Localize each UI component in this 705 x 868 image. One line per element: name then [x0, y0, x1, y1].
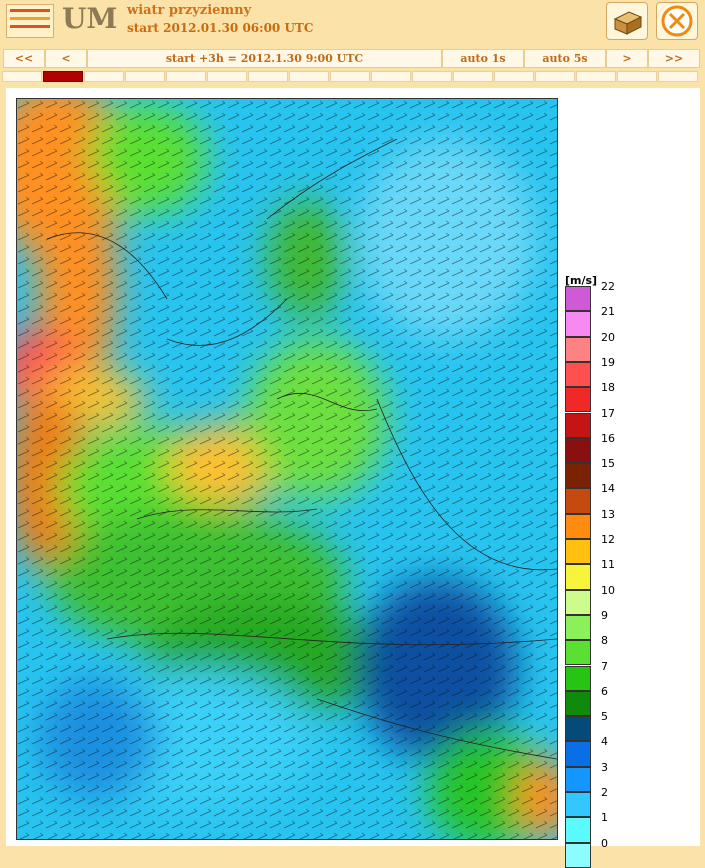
- legend-swatch: [565, 311, 591, 337]
- legend-swatch: [565, 589, 591, 615]
- legend-swatch: [565, 336, 591, 362]
- navigation-bar: << < start +3h = 2012.1.30 9:00 UTC auto…: [0, 48, 705, 68]
- legend-label: 6: [601, 684, 608, 698]
- auto-5s-button[interactable]: auto 5s: [524, 49, 606, 68]
- legend-swatch: [565, 412, 591, 438]
- timeline-step[interactable]: [576, 71, 616, 82]
- legend-label: 7: [601, 659, 608, 673]
- timeline-step[interactable]: [494, 71, 534, 82]
- timeline-step[interactable]: [617, 71, 657, 82]
- legend-label: 9: [601, 608, 608, 622]
- legend-swatch: [565, 614, 591, 641]
- legend-label: 15: [601, 457, 615, 471]
- timeline-step[interactable]: [535, 71, 575, 82]
- box-icon: [613, 11, 643, 35]
- legend-label: 17: [601, 406, 615, 420]
- legend-swatch: [565, 387, 591, 413]
- timeline-step[interactable]: [453, 71, 493, 82]
- legend-swatch: [565, 437, 591, 464]
- wind-field-image: [17, 99, 557, 839]
- timeline-step[interactable]: [248, 71, 288, 82]
- current-time-label: start +3h = 2012.1.30 9:00 UTC: [87, 49, 442, 68]
- legend-swatch: [565, 513, 591, 539]
- prev-step-button[interactable]: <: [45, 49, 87, 68]
- legend-swatch: [565, 564, 591, 590]
- legend-label: 5: [601, 710, 608, 724]
- legend-swatch: [565, 741, 591, 767]
- first-step-button[interactable]: <<: [3, 49, 45, 68]
- timeline-step[interactable]: [84, 71, 124, 82]
- legend-label: 18: [601, 381, 615, 395]
- timeline-step[interactable]: [330, 71, 370, 82]
- legend-label: 12: [601, 533, 615, 546]
- legend-label: 14: [601, 482, 615, 496]
- archive-button[interactable]: [606, 2, 648, 40]
- legend-label: 21: [601, 305, 615, 319]
- legend-label: 16: [601, 431, 615, 445]
- close-button[interactable]: [656, 2, 698, 40]
- legend-label: 1: [601, 811, 608, 825]
- legend-swatch: [565, 539, 591, 565]
- legend-label: 3: [601, 760, 608, 774]
- legend-label: 19: [601, 355, 615, 369]
- run-start: start 2012.01.30 06:00 UTC: [127, 21, 314, 35]
- model-name: UM: [62, 2, 118, 35]
- legend-swatch: [565, 817, 591, 843]
- timeline-step[interactable]: [371, 71, 411, 82]
- legend-swatch: [565, 792, 591, 818]
- legend-label: 4: [601, 735, 608, 749]
- next-step-button[interactable]: >: [606, 49, 648, 68]
- legend-swatch: [565, 842, 591, 868]
- legend-label: 0: [601, 836, 608, 850]
- auto-1s-button[interactable]: auto 1s: [442, 49, 524, 68]
- legend-swatch: [565, 463, 591, 489]
- um-logo-icon: [6, 4, 54, 38]
- legend-swatch: [565, 361, 591, 388]
- legend-swatch: [565, 690, 591, 717]
- legend-swatch: [565, 665, 591, 691]
- legend-swatch: [565, 716, 591, 742]
- timeline-step[interactable]: [125, 71, 165, 82]
- timeline-step[interactable]: [43, 71, 83, 82]
- map-panel: [m/s] 22 21 20 19 18 17 16 15 14 13 12 11 10 9 8 7 6 5 4 3 2…: [6, 88, 703, 868]
- color-legend: [m/s] 22 21 20 19 18 17 16 15 14 13 12 11 10 9 8 7 6 5 4 3 2…: [563, 274, 703, 868]
- close-icon: [661, 5, 693, 37]
- legend-swatch: [565, 286, 591, 312]
- last-step-button[interactable]: >>: [648, 49, 700, 68]
- legend-swatch: [565, 488, 591, 514]
- header-bar: UM wiatr przyziemny start 2012.01.30 06:…: [0, 0, 705, 44]
- timeline-step[interactable]: [2, 71, 42, 82]
- legend-swatch: [565, 766, 591, 792]
- legend-label: 8: [601, 634, 608, 648]
- timeline-step[interactable]: [207, 71, 247, 82]
- timeline-track: [2, 71, 699, 82]
- timeline-step[interactable]: [412, 71, 452, 82]
- legend-label: 22: [601, 280, 615, 293]
- legend-label: 13: [601, 507, 615, 521]
- wind-map[interactable]: [16, 98, 558, 840]
- legend-swatch: [565, 640, 591, 666]
- legend-label: 10: [601, 583, 615, 597]
- legend-label: 11: [601, 558, 615, 572]
- timeline-step[interactable]: [658, 71, 698, 82]
- legend-label: 20: [601, 330, 615, 344]
- legend-label: 2: [601, 786, 608, 799]
- timeline-step[interactable]: [166, 71, 206, 82]
- product-title: wiatr przyziemny: [127, 3, 252, 18]
- timeline-step[interactable]: [289, 71, 329, 82]
